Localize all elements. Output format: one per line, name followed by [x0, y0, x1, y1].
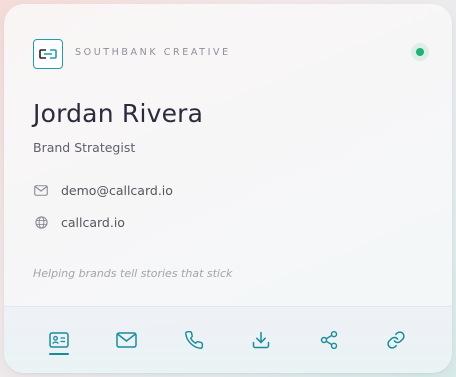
company-name: SOUTHBANK CREATIVE [75, 47, 231, 58]
email-button[interactable] [106, 307, 146, 373]
website-row[interactable]: callcard.io [33, 214, 125, 230]
contact-card-button[interactable] [39, 307, 79, 373]
online-status-dot [416, 48, 424, 56]
copy-link-button[interactable] [376, 307, 416, 373]
mail-icon [115, 332, 137, 348]
website-link[interactable]: callcard.io [61, 215, 125, 230]
email-link[interactable]: demo@callcard.io [61, 183, 173, 198]
business-card: SOUTHBANK CREATIVE Jordan Rivera Brand S… [4, 4, 452, 373]
email-row[interactable]: demo@callcard.io [33, 182, 173, 198]
link-icon [387, 331, 405, 349]
share-icon [320, 330, 338, 350]
tagline: Helping brands tell stories that stick [33, 267, 233, 280]
card-header: SOUTHBANK CREATIVE [33, 39, 428, 71]
active-tab-indicator [49, 353, 69, 355]
mail-icon [33, 182, 49, 198]
company-logo [33, 39, 63, 69]
globe-icon [33, 214, 49, 230]
logo-mark-icon [39, 49, 57, 59]
share-button[interactable] [309, 307, 349, 373]
call-button[interactable] [174, 307, 214, 373]
job-title: Brand Strategist [33, 140, 136, 155]
phone-icon [185, 330, 204, 349]
action-bar [4, 306, 452, 373]
download-icon [252, 331, 270, 349]
person-name: Jordan Rivera [33, 99, 204, 128]
download-button[interactable] [241, 307, 281, 373]
contact-card-icon [49, 332, 69, 348]
